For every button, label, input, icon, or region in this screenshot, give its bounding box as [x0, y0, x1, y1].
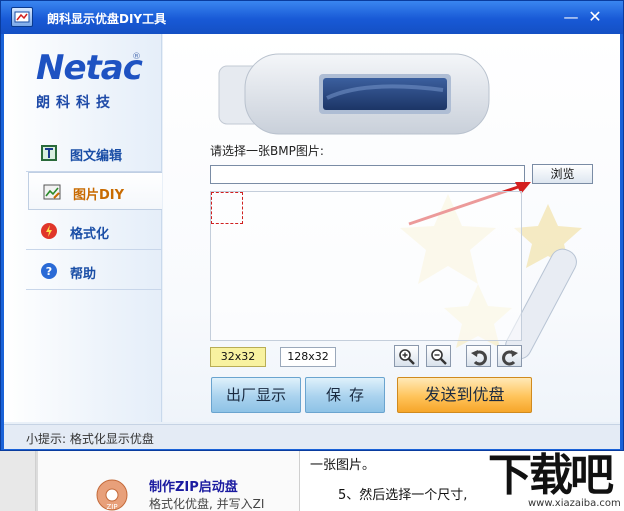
zoom-out-button[interactable]: [426, 345, 451, 367]
sidebar-item-format[interactable]: 格式化: [26, 212, 162, 250]
brand-subtitle: 朗科科技: [36, 95, 116, 111]
text-edit-icon: [40, 144, 58, 162]
rotate-left-icon: [471, 350, 487, 366]
picture-diy-icon: [43, 183, 61, 201]
zoom-in-button[interactable]: [394, 345, 419, 367]
sidebar-item-label: 格式化: [70, 227, 110, 242]
background-divider: [36, 451, 38, 511]
rotate-left-button[interactable]: [466, 345, 491, 367]
rotate-right-button[interactable]: [497, 345, 522, 367]
app-window: 朗科显示优盘DIY工具 — ✕ Netac ® 朗科科技 图文编辑 图片DIY …: [0, 0, 624, 451]
netac-logo: Netac: [36, 48, 143, 88]
client-area: Netac ® 朗科科技 图文编辑 图片DIY 格式化 ? 帮助 请选择一张BM…: [4, 34, 620, 449]
svg-text:ZIP: ZIP: [106, 503, 117, 511]
watermark-logo: 下载吧: [488, 450, 614, 501]
article-text-line: 一张图片。: [310, 458, 376, 473]
background-page: ZIP 制作ZIP启动盘 格式化优盘, 并写入ZI 一张图片。 5、然后选择一个…: [0, 451, 624, 511]
send-to-drive-button[interactable]: 发送到优盘: [397, 377, 532, 413]
status-bar: 小提示: 格式化显示优盘: [4, 424, 620, 449]
zip-boot-disk-link[interactable]: 制作ZIP启动盘: [149, 476, 238, 495]
image-preview-area[interactable]: [210, 191, 522, 341]
usb-drive-image: [218, 53, 490, 135]
rotate-right-icon: [502, 350, 518, 366]
background-left-panel: ZIP 制作ZIP启动盘 格式化优盘, 并写入ZI: [0, 451, 300, 511]
factory-display-button[interactable]: 出厂显示: [211, 377, 301, 413]
status-tip: 小提示: 格式化显示优盘: [26, 432, 154, 446]
main-panel: 请选择一张BMP图片: 浏览 32x32 128x32 出厂显示 保存 发送到优…: [163, 34, 620, 422]
save-button[interactable]: 保存: [305, 377, 385, 413]
zoom-out-icon: [431, 349, 447, 365]
sidebar: Netac ® 朗科科技 图文编辑 图片DIY 格式化 ? 帮助: [4, 34, 162, 422]
sidebar-item-label: 图文编辑: [70, 149, 123, 164]
browse-button[interactable]: 浏览: [532, 164, 593, 184]
select-image-prompt: 请选择一张BMP图片:: [210, 144, 324, 158]
sidebar-item-help[interactable]: ? 帮助: [26, 252, 162, 290]
background-left-strip: [0, 451, 36, 511]
sidebar-item-text-edit[interactable]: 图文编辑: [26, 134, 162, 172]
registered-mark: ®: [132, 52, 141, 62]
zoom-in-icon: [399, 349, 415, 365]
crop-selection-box[interactable]: [211, 192, 243, 224]
article-text-line: 5、然后选择一个尺寸,: [338, 488, 468, 503]
app-icon: [11, 7, 33, 27]
format-icon: [40, 222, 58, 240]
watermark-url: www.xiazaiba.com: [528, 498, 621, 509]
zip-boot-disk-description: 格式化优盘, 并写入ZI: [149, 497, 265, 511]
window-title: 朗科显示优盘DIY工具: [47, 12, 167, 26]
size-128x32-button[interactable]: 128x32: [280, 347, 336, 367]
sidebar-item-label: 图片DIY: [73, 188, 125, 203]
sidebar-item-label: 帮助: [70, 267, 97, 282]
sidebar-item-picture-diy[interactable]: 图片DIY: [28, 172, 162, 210]
svg-text:?: ?: [46, 265, 52, 278]
size-32x32-button[interactable]: 32x32: [210, 347, 266, 367]
zip-disc-icon: ZIP: [96, 479, 128, 511]
close-button[interactable]: ✕: [585, 8, 605, 28]
help-icon: ?: [40, 262, 58, 280]
title-bar[interactable]: 朗科显示优盘DIY工具 — ✕: [1, 1, 623, 34]
minimize-button[interactable]: —: [561, 8, 581, 28]
